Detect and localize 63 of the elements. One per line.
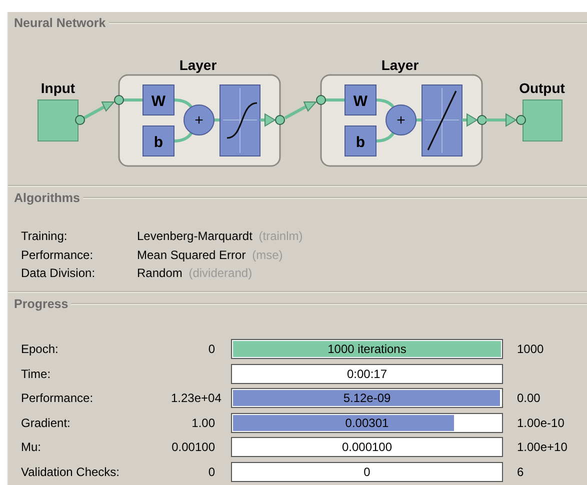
weight-label: W [151,93,166,110]
bias-block [344,126,376,156]
progress-reading: 0:00:17 [346,366,388,382]
algorithm-label: Performance: [21,246,94,264]
progress-label: Time: [21,366,52,380]
algorithm-label: Training: [21,228,68,245]
target-value: 0.00 [517,391,540,405]
section-title: Progress [14,297,68,311]
output-block [522,100,562,142]
weight-label: W [353,93,368,110]
start-value: 0 [208,342,215,356]
connector-arrow [284,102,318,120]
progress-reading: 0.00301 [344,414,390,432]
progress-reading: 0.000100 [340,439,394,456]
section-title: Neural Network [14,16,106,30]
target-value: 1.00e-10 [517,416,564,430]
layer-title: Layer [179,57,217,73]
start-value: 1.23e+04 [171,391,222,405]
start-value: 0.00100 [172,440,215,454]
bias-label: b [356,134,366,151]
algorithm-value: Random [137,266,182,280]
progress-label: Mu: [21,440,42,454]
progress-label: Epoch: [21,342,60,356]
sum-label: + [194,112,204,129]
weight-block [344,84,376,116]
progress-label: Validation Checks: [21,464,120,478]
connector-arrow [260,113,276,127]
input-node [114,95,124,105]
progress-label: Gradient: [21,416,72,430]
connector-arrow [83,102,116,120]
progress-reading: 1000 iterations [326,341,408,358]
target-value: 6 [517,464,524,478]
weight-block [142,84,174,116]
input-block [38,100,78,142]
progress-reading: 0 [362,464,372,480]
bias-label: b [154,134,164,151]
sum-label: + [396,112,406,129]
algorithm-value: Levenberg-Marquardt [137,229,252,243]
function-name: (dividerand) [188,266,252,280]
bias-block [142,126,174,156]
output-node [516,115,526,125]
function-name: (mse) [252,248,283,262]
target-value: 1.00e+10 [517,440,568,454]
progress-reading: 5.12e-09 [342,390,392,407]
input-label: Input [40,80,76,96]
input-node [75,115,85,125]
connector-arrow [462,113,478,127]
function-name: (trainlm) [258,229,303,243]
connector-arrow [486,113,517,127]
target-value: 1000 [517,342,544,356]
start-value: 0 [208,464,215,478]
sum-node [386,104,416,136]
section-title: Algorithms [14,191,80,205]
output-node [477,115,487,125]
sum-node [184,104,214,136]
start-value: 1.00 [192,416,215,430]
output-label: Output [519,80,565,96]
layer-title: Layer [381,57,419,73]
progress-label: Performance: [21,391,94,405]
algorithm-label: Data Division: [21,265,96,282]
output-node [275,115,285,125]
input-node [316,95,326,105]
algorithm-value: Mean Squared Error [137,248,246,262]
